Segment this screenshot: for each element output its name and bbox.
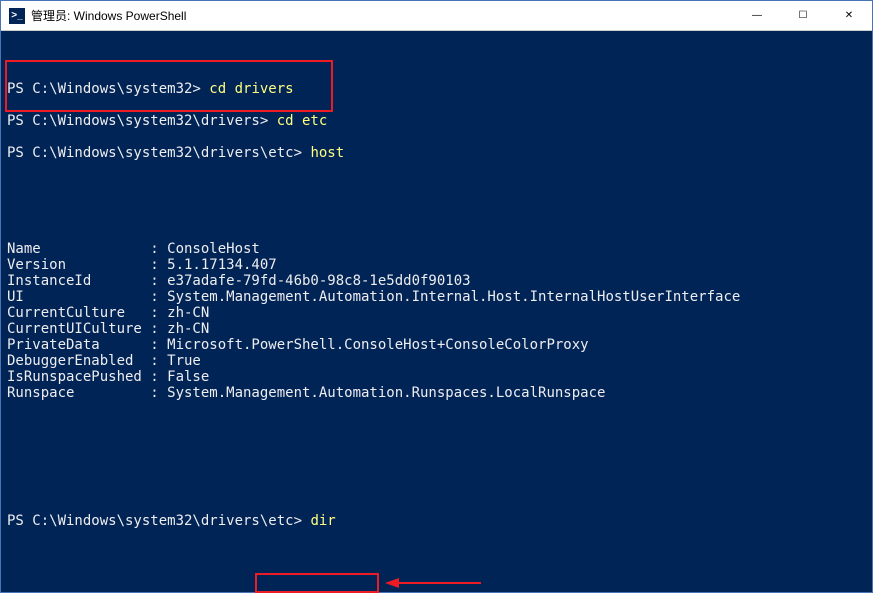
host-row: DebuggerEnabled : True xyxy=(7,353,866,369)
host-row: PrivateData : Microsoft.PowerShell.Conso… xyxy=(7,337,866,353)
host-row: IsRunspacePushed : False xyxy=(7,369,866,385)
powershell-window: >_ 管理员: Windows PowerShell — ☐ ✕ PS C:\W… xyxy=(0,0,873,593)
powershell-icon: >_ xyxy=(9,8,25,24)
terminal-area[interactable]: PS C:\Windows\system32> cd drivers PS C:… xyxy=(1,31,872,592)
host-row: CurrentCulture : zh-CN xyxy=(7,305,866,321)
host-row: InstanceId : e37adafe-79fd-46b0-98c8-1e5… xyxy=(7,273,866,289)
cmd-line-2: PS C:\Windows\system32\drivers> cd etc xyxy=(7,113,866,129)
cmd-line-1: PS C:\Windows\system32> cd drivers xyxy=(7,81,866,97)
cmd-line-3: PS C:\Windows\system32\drivers\etc> host xyxy=(7,145,866,161)
host-row: Name : ConsoleHost xyxy=(7,241,866,257)
host-row: CurrentUICulture : zh-CN xyxy=(7,321,866,337)
minimize-button[interactable]: — xyxy=(734,1,780,31)
titlebar[interactable]: >_ 管理员: Windows PowerShell — ☐ ✕ xyxy=(1,1,872,31)
maximize-button[interactable]: ☐ xyxy=(780,1,826,31)
host-row: UI : System.Management.Automation.Intern… xyxy=(7,289,866,305)
window-title: 管理员: Windows PowerShell xyxy=(31,7,186,24)
host-row: Version : 5.1.17134.407 xyxy=(7,257,866,273)
host-output: Name : ConsoleHostVersion : 5.1.17134.40… xyxy=(7,241,866,401)
cmd-line-dir: PS C:\Windows\system32\drivers\etc> dir xyxy=(7,513,866,529)
close-button[interactable]: ✕ xyxy=(826,1,872,31)
host-row: Runspace : System.Management.Automation.… xyxy=(7,385,866,401)
